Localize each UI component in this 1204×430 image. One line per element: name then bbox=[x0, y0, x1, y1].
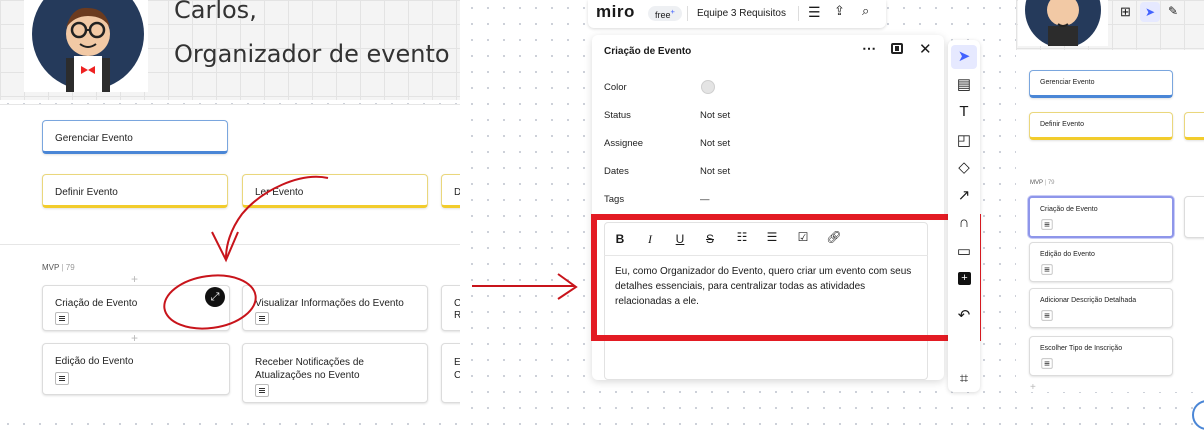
frame-icon[interactable]: ⌗ bbox=[951, 370, 977, 387]
shapes-icon[interactable]: ◇ bbox=[951, 158, 977, 176]
card-partial[interactable] bbox=[1184, 112, 1204, 140]
note-icon bbox=[1041, 264, 1053, 275]
divider bbox=[687, 6, 688, 21]
pen-icon[interactable]: ✎ bbox=[1168, 4, 1178, 18]
prop-label-status: Status bbox=[604, 110, 631, 121]
note-icon bbox=[1041, 219, 1053, 230]
cursor-select-icon[interactable]: ➤ bbox=[1140, 2, 1160, 22]
annotation-overlay bbox=[163, 175, 578, 330]
note-icon bbox=[1041, 310, 1053, 321]
card-label: Definir Evento bbox=[1040, 121, 1084, 128]
prop-label-tags: Tags bbox=[604, 194, 625, 205]
mvp-count: 79 bbox=[1047, 180, 1055, 186]
arrow-head-annotation bbox=[211, 231, 239, 263]
template-icon[interactable]: ▤ bbox=[951, 75, 977, 93]
prop-value-status[interactable]: Not set bbox=[700, 110, 730, 121]
undo-icon[interactable]: ↶ bbox=[951, 306, 977, 324]
card-partial[interactable] bbox=[1184, 196, 1204, 238]
menu-icon[interactable]: ☰ bbox=[808, 4, 821, 21]
plan-badge[interactable]: free+ bbox=[648, 6, 682, 21]
sidepanel-icon[interactable] bbox=[891, 43, 903, 54]
miro-topbar: miro free+ Equipe 3 Requisitos ☰ ⇪ ⌕ bbox=[588, 0, 886, 28]
plan-badge-text: free bbox=[655, 10, 671, 20]
note-icon bbox=[1041, 358, 1053, 369]
sticky-note-icon[interactable]: ◰ bbox=[951, 131, 977, 149]
card-definir-evento[interactable]: Definir Evento bbox=[1029, 112, 1173, 140]
add-plus-icon[interactable]: + bbox=[1030, 382, 1036, 392]
card-label: Gerenciar Evento bbox=[1040, 79, 1095, 86]
share-icon[interactable]: ⇪ bbox=[834, 3, 845, 19]
text-tool-icon[interactable]: T bbox=[951, 103, 977, 120]
comment-icon[interactable]: ▭ bbox=[951, 242, 977, 260]
curved-arrow-annotation bbox=[225, 175, 329, 259]
prop-label-dates: Dates bbox=[604, 166, 629, 177]
color-swatch[interactable] bbox=[701, 80, 715, 94]
sidepanel-icon-fill bbox=[895, 46, 899, 51]
card-criacao-de-evento[interactable]: Criação de Evento bbox=[1028, 196, 1174, 238]
prop-value-tags[interactable]: — bbox=[700, 194, 710, 205]
prop-label-color: Color bbox=[604, 82, 627, 93]
highlight-rectangle-annotation bbox=[591, 214, 981, 341]
prop-label-assignee: Assignee bbox=[604, 138, 644, 149]
panel-title: Criação de Evento bbox=[604, 46, 692, 57]
card-escolher-tipo-inscricao[interactable]: Escolher Tipo de Inscrição bbox=[1029, 336, 1173, 376]
card-adicionar-descricao[interactable]: Adicionar Descrição Detalhada bbox=[1029, 288, 1173, 328]
search-icon[interactable]: ⌕ bbox=[862, 3, 869, 19]
miro-logo[interactable]: miro bbox=[596, 2, 635, 22]
card-label: Edição do Evento bbox=[1040, 251, 1095, 258]
circle-annotation bbox=[163, 274, 257, 330]
close-icon[interactable]: ✕ bbox=[919, 40, 932, 58]
divider bbox=[798, 6, 799, 21]
card-gerenciar-evento[interactable]: Gerenciar Evento bbox=[1029, 70, 1173, 98]
mvp-label: MVP | 79 bbox=[1030, 180, 1055, 186]
right-board-screenshot: ⊞ ➤ ✎ Gerenciar Evento Definir Evento MV… bbox=[1016, 0, 1204, 392]
prop-value-dates[interactable]: Not set bbox=[700, 166, 730, 177]
more-options-icon[interactable]: ⋯ bbox=[862, 40, 876, 57]
mvp-text: MVP bbox=[1030, 180, 1043, 186]
grid-toggle-icon[interactable]: ⊞ bbox=[1120, 4, 1131, 20]
card-label: Escolher Tipo de Inscrição bbox=[1040, 345, 1123, 352]
prop-value-assignee[interactable]: Not set bbox=[700, 138, 730, 149]
pen-icon[interactable]: ∩ bbox=[951, 214, 977, 231]
cursor-select-icon[interactable]: ➤ bbox=[951, 47, 977, 65]
connector-line-icon[interactable]: ↗ bbox=[951, 186, 977, 204]
board-name[interactable]: Equipe 3 Requisitos bbox=[697, 8, 786, 19]
card-label: Criação de Evento bbox=[1040, 206, 1098, 213]
card-label: Adicionar Descrição Detalhada bbox=[1040, 297, 1137, 304]
card-edicao-do-evento[interactable]: Edição do Evento bbox=[1029, 242, 1173, 282]
add-more-icon[interactable]: + bbox=[958, 272, 971, 285]
persona-avatar-icon bbox=[1018, 0, 1108, 46]
